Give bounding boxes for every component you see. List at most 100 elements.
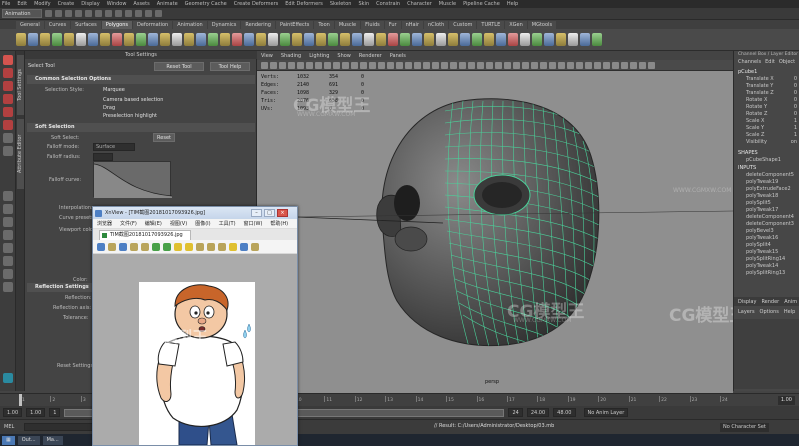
shelf-tool-icon[interactable] [592, 33, 602, 46]
viewport-menu-shading[interactable]: Shading [281, 53, 301, 59]
shelf-tool-icon[interactable] [136, 33, 146, 46]
viewer-image-tab[interactable]: TIM截图20181017093926.jpg [99, 230, 191, 240]
input-node[interactable]: polyTweak15 [734, 249, 799, 256]
channel-box-tab[interactable]: Channel Box / Layer Editor [734, 51, 799, 59]
viewport-menu-view[interactable]: View [261, 53, 273, 59]
shelf-tool-icon[interactable] [28, 33, 38, 46]
viewport-tool-icon[interactable] [612, 61, 619, 69]
viewport-tool-icon[interactable] [540, 61, 547, 69]
menu-skin[interactable]: Skin [358, 1, 369, 7]
shelf-tool-icon[interactable] [364, 33, 374, 46]
shelf-tool-icon[interactable] [388, 33, 398, 46]
shelf-tool-icon[interactable] [88, 33, 98, 46]
attribute-value[interactable]: 0 [794, 111, 797, 118]
zoom-in-icon[interactable] [174, 242, 182, 251]
shelf-tab-muscle[interactable]: Muscle [334, 21, 361, 29]
layer-tab-render[interactable]: Render [761, 299, 779, 305]
shelf-tool-icon[interactable] [568, 33, 578, 46]
uv-editor-layout-icon[interactable] [3, 269, 13, 279]
shelf-tab-xgen[interactable]: XGen [505, 21, 527, 29]
viewport-tool-icon[interactable] [477, 61, 484, 69]
viewer-canvas[interactable]: CG模型王 [93, 254, 297, 445]
viewport-tool-icon[interactable] [531, 61, 538, 69]
drag-checkbox[interactable]: Drag [103, 105, 115, 111]
menu-muscle[interactable]: Muscle [439, 1, 456, 7]
shelf-tool-icon[interactable] [508, 33, 518, 46]
browser-icon[interactable] [97, 242, 105, 251]
shelf-tool-icon[interactable] [532, 33, 542, 46]
shelf-tool-icon[interactable] [100, 33, 110, 46]
shelf-tool-icon[interactable] [484, 33, 494, 46]
move-tool-icon[interactable] [3, 94, 13, 104]
range-end-field[interactable]: 24 [508, 408, 523, 417]
shelf-tool-icon[interactable] [556, 33, 566, 46]
menu-constrain[interactable]: Constrain [376, 1, 400, 7]
start-button[interactable]: ▦ [2, 435, 15, 445]
viewer-menu-item[interactable]: 视图(V) [170, 220, 187, 227]
shelf-tool-icon[interactable] [328, 33, 338, 46]
viewport-tool-icon[interactable] [387, 61, 394, 69]
shelf-tool-icon[interactable] [376, 33, 386, 46]
tab-tool-settings[interactable]: Tool Settings [17, 55, 24, 115]
viewport-tool-icon[interactable] [315, 61, 322, 69]
channel-attribute[interactable]: Rotate X 0 [734, 97, 799, 104]
shelf-tool-icon[interactable] [268, 33, 278, 46]
viewport-tool-icon[interactable] [468, 61, 475, 69]
input-node[interactable]: deleteComponent5 [734, 172, 799, 179]
rotate-left-icon[interactable] [207, 242, 215, 251]
viewport-tool-icon[interactable] [432, 61, 439, 69]
reset-settings-label[interactable]: Reset Settings [57, 363, 93, 369]
menu-create-deformers[interactable]: Create Deformers [234, 1, 279, 7]
viewport-tool-icon[interactable] [414, 61, 421, 69]
graph-editor-layout-icon[interactable] [3, 243, 13, 253]
open-scene-icon[interactable] [55, 10, 62, 17]
attribute-value[interactable]: 0 [794, 104, 797, 111]
menu-edit[interactable]: Edit [17, 1, 27, 7]
menu-edit-deformers[interactable]: Edit Deformers [285, 1, 323, 7]
shelf-tool-icon[interactable] [124, 33, 134, 46]
camera-based-checkbox[interactable]: Camera based selection [103, 97, 163, 103]
viewport-tool-icon[interactable] [351, 61, 358, 69]
input-node[interactable]: polySplitRing13 [734, 270, 799, 277]
viewport-tool-icon[interactable] [270, 61, 277, 69]
menu-geometry-cache[interactable]: Geometry Cache [185, 1, 227, 7]
soft-selection-section[interactable]: Soft Selection [27, 123, 255, 132]
shelf-tool-icon[interactable] [112, 33, 122, 46]
shelf-tool-icon[interactable] [16, 33, 26, 46]
viewport-menu-renderer[interactable]: Renderer [359, 53, 382, 59]
taskbar-item[interactable]: Ma... [42, 435, 63, 445]
single-pane-layout-icon[interactable] [3, 191, 13, 201]
viewport-tool-icon[interactable] [630, 61, 637, 69]
input-node[interactable]: polySplit5 [734, 200, 799, 207]
soft-select-reset-button[interactable]: Reset [153, 133, 175, 142]
lasso-tool-icon[interactable] [3, 68, 13, 78]
select-component-icon[interactable] [95, 10, 102, 17]
tool-help-button[interactable]: Tool Help [210, 61, 250, 71]
object-name[interactable]: pCube1 [734, 68, 799, 76]
viewport-tool-icon[interactable] [576, 61, 583, 69]
shelf-tool-icon[interactable] [544, 33, 554, 46]
previous-image-icon[interactable] [152, 242, 160, 251]
input-node[interactable]: polyTweak14 [734, 263, 799, 270]
snap-point-icon[interactable] [125, 10, 132, 17]
shelf-tab-painteffects[interactable]: PaintEffects [275, 21, 314, 29]
viewer-menu-browser[interactable]: 浏览器 [97, 220, 112, 227]
shelf-tool-icon[interactable] [304, 33, 314, 46]
menu-assets[interactable]: Assets [133, 1, 149, 7]
viewport-tool-icon[interactable] [405, 61, 412, 69]
select-tool-icon[interactable] [3, 55, 13, 65]
viewport-tool-icon[interactable] [369, 61, 376, 69]
shape-node[interactable]: pCubeShape1 [734, 157, 799, 164]
shelf-tool-icon[interactable] [520, 33, 530, 46]
viewport-tool-icon[interactable] [585, 61, 592, 69]
layer-menu-options[interactable]: Options [760, 309, 779, 315]
shelf-tab-general[interactable]: General [16, 21, 44, 29]
character-set-dropdown[interactable]: No Character Set [720, 423, 769, 432]
shelf-tool-icon[interactable] [352, 33, 362, 46]
shelf-tab-turtle[interactable]: TURTLE [477, 21, 505, 29]
input-node[interactable]: polySplitRing14 [734, 256, 799, 263]
paint-select-tool-icon[interactable] [3, 81, 13, 91]
menu-pipeline-cache[interactable]: Pipeline Cache [463, 1, 500, 7]
current-frame-marker[interactable] [19, 394, 22, 406]
shelf-tool-icon[interactable] [232, 33, 242, 46]
